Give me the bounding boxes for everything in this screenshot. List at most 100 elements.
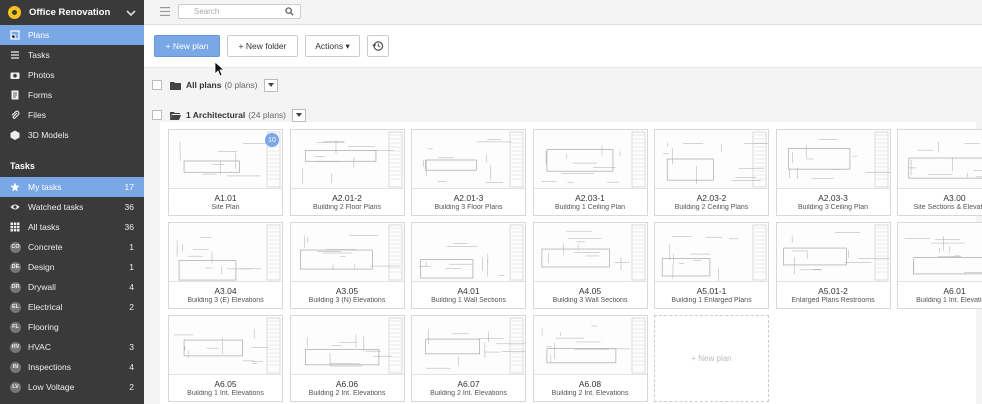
plan-thumbnail[interactable] [169,316,282,375]
task-filter-label: Concrete [28,242,63,252]
plan-code: A6.06 [335,379,359,389]
category-badge: LV [10,381,21,393]
task-filter-inspections[interactable]: IN Inspections 4 [0,357,144,377]
task-filter-design[interactable]: DE Design 1 [0,257,144,277]
task-filter-all-tasks[interactable]: All tasks 36 [0,217,144,237]
plan-title: Building 1 Wall Sections [431,297,506,304]
plan-thumbnail[interactable] [655,223,768,282]
plan-thumbnail-icon [412,316,525,374]
plan-thumbnail[interactable] [898,130,982,189]
plan-card[interactable]: A3.05 Building 3 (N) Elevations [289,222,405,309]
plan-card[interactable]: A6.01Building 1 Int. Elevations [897,222,982,309]
plan-card[interactable]: A6.06 Building 2 Int. Elevations [289,315,405,402]
plan-card[interactable]: A6.05 Building 1 Int. Elevations [168,315,283,402]
plan-thumbnail[interactable] [412,316,525,375]
plan-card[interactable]: A6.08 Building 2 Int. Elevations [532,315,648,402]
task-filter-electrical[interactable]: EL Electrical 2 [0,297,144,317]
task-filter-list: My tasks 17 Watched tasks 36 All tasks 36 CO Co… [0,177,144,397]
plan-card[interactable]: A2.03-3 Building 3 Ceiling Plan [775,129,891,216]
plan-thumbnail-icon [290,316,404,374]
plan-thumbnail[interactable] [290,316,404,375]
sidebar-item-3d-models[interactable]: 3D Models [0,125,144,145]
project-switcher[interactable]: Office Renovation [0,0,144,25]
plan-card[interactable]: A4.01 Building 1 Wall Sections [411,222,526,309]
sidebar-item-files[interactable]: Files [0,105,144,125]
plan-thumbnail-icon [533,223,647,281]
plan-thumbnail[interactable] [169,223,282,282]
plan-card[interactable]: A4.05 Building 3 Wall Sections [532,222,648,309]
task-filter-hvac[interactable]: HV HVAC 3 [0,337,144,357]
folder-checkbox[interactable] [152,80,162,90]
folder-row-architectural[interactable]: 1 Architectural (24 plans) [152,107,307,123]
task-count: 4 [129,362,134,372]
task-count: 1 [129,242,134,252]
plans-toolbar: + New plan + New folder Actions ▾ [144,25,982,68]
folder-dropdown[interactable] [292,108,307,122]
top-bar: Search [144,0,982,25]
main-nav: Plans Tasks Photos Forms Files 3D Models [0,25,144,145]
plan-card[interactable]: A2.01-3 Building 3 Floor Plans [411,129,526,216]
plan-card[interactable]: A2.03-2 Building 2 Ceiling Plans [654,129,769,216]
folder-checkbox[interactable] [152,110,162,120]
folder-count: (0 plans) [224,80,258,90]
task-filter-flooring[interactable]: FL Flooring [0,317,144,337]
plan-card[interactable]: A1.01 Site Plan 10 [168,129,283,216]
project-name: Office Renovation [29,7,111,18]
sidebar-item-plans[interactable]: Plans [0,25,144,45]
task-filter-label: Watched tasks [28,202,84,212]
sidebar-item-tasks[interactable]: Tasks [0,45,144,65]
plan-thumbnail-icon [290,130,404,188]
plan-thumbnail[interactable] [776,130,890,189]
plan-thumbnail[interactable] [290,130,404,189]
plan-card[interactable]: A2.01-2 Building 2 Floor Plans [289,129,405,216]
search-icon[interactable] [285,7,294,16]
plan-card[interactable]: A3.00Site Sections & Elevations [897,129,982,216]
plan-title: Building 1 Int. Elevations [187,390,264,397]
task-filter-low-voltage[interactable]: LV Low Voltage 2 [0,377,144,397]
plan-thumbnail[interactable] [533,130,647,189]
task-filter-my-tasks[interactable]: My tasks 17 [0,177,144,197]
plan-thumbnail-icon [290,223,404,281]
folder-row-all-plans[interactable]: All plans (0 plans) [152,77,278,93]
plan-card[interactable]: A6.07 Building 2 Int. Elevations [411,315,526,402]
plans-content: All plans (0 plans) 1 Architectural (24 … [144,68,982,404]
category-badge: CO [10,241,21,253]
actions-dropdown[interactable]: Actions ▾ [305,35,360,57]
folder-dropdown[interactable] [263,78,278,92]
sidebar-item-photos[interactable]: Photos [0,65,144,85]
plan-thumbnail[interactable] [898,223,982,282]
plan-thumbnail[interactable] [655,130,768,189]
plan-thumbnail[interactable] [776,223,890,282]
plan-thumbnail[interactable] [533,223,647,282]
plan-title: Building 3 Wall Sections [552,297,628,304]
category-badge: DR [10,281,21,293]
task-filter-concrete[interactable]: CO Concrete 1 [0,237,144,257]
forms-icon [11,90,19,100]
plan-card[interactable]: A5.01-1 Building 1 Enlarged Plans [654,222,769,309]
plan-thumbnail[interactable] [533,316,647,375]
task-filter-drywall[interactable]: DR Drywall 4 [0,277,144,297]
task-count: 17 [124,182,134,192]
new-plan-button[interactable]: + New plan [154,35,220,57]
task-filter-watched-tasks[interactable]: Watched tasks 36 [0,197,144,217]
sidebar-item-forms[interactable]: Forms [0,85,144,105]
plan-code: A5.01-1 [696,286,727,296]
new-folder-button[interactable]: + New folder [227,35,298,57]
plan-card[interactable]: A2.03-1 Building 1 Ceiling Plan [532,129,648,216]
plan-title: Site Sections & Elevations [913,204,982,211]
history-button[interactable] [367,35,389,57]
menu-icon[interactable] [160,7,170,16]
plan-code: A2.03-3 [818,193,848,203]
folder-count: (24 plans) [248,110,287,120]
plan-thumbnail[interactable] [412,130,525,189]
plan-code: A6.01 [943,286,966,296]
plan-card[interactable]: A5.01-2 Enlarged Plans Restrooms [775,222,891,309]
chevron-down-icon[interactable] [126,8,136,18]
task-filter-label: My tasks [28,182,62,192]
plan-thumbnail[interactable] [290,223,404,282]
plan-code: A6.07 [457,379,480,389]
new-plan-tile[interactable]: + New plan [654,315,769,402]
plan-card[interactable]: A3.04 Building 3 (E) Elevations [168,222,283,309]
search-input[interactable]: Search [178,4,301,19]
plan-thumbnail[interactable] [412,223,525,282]
